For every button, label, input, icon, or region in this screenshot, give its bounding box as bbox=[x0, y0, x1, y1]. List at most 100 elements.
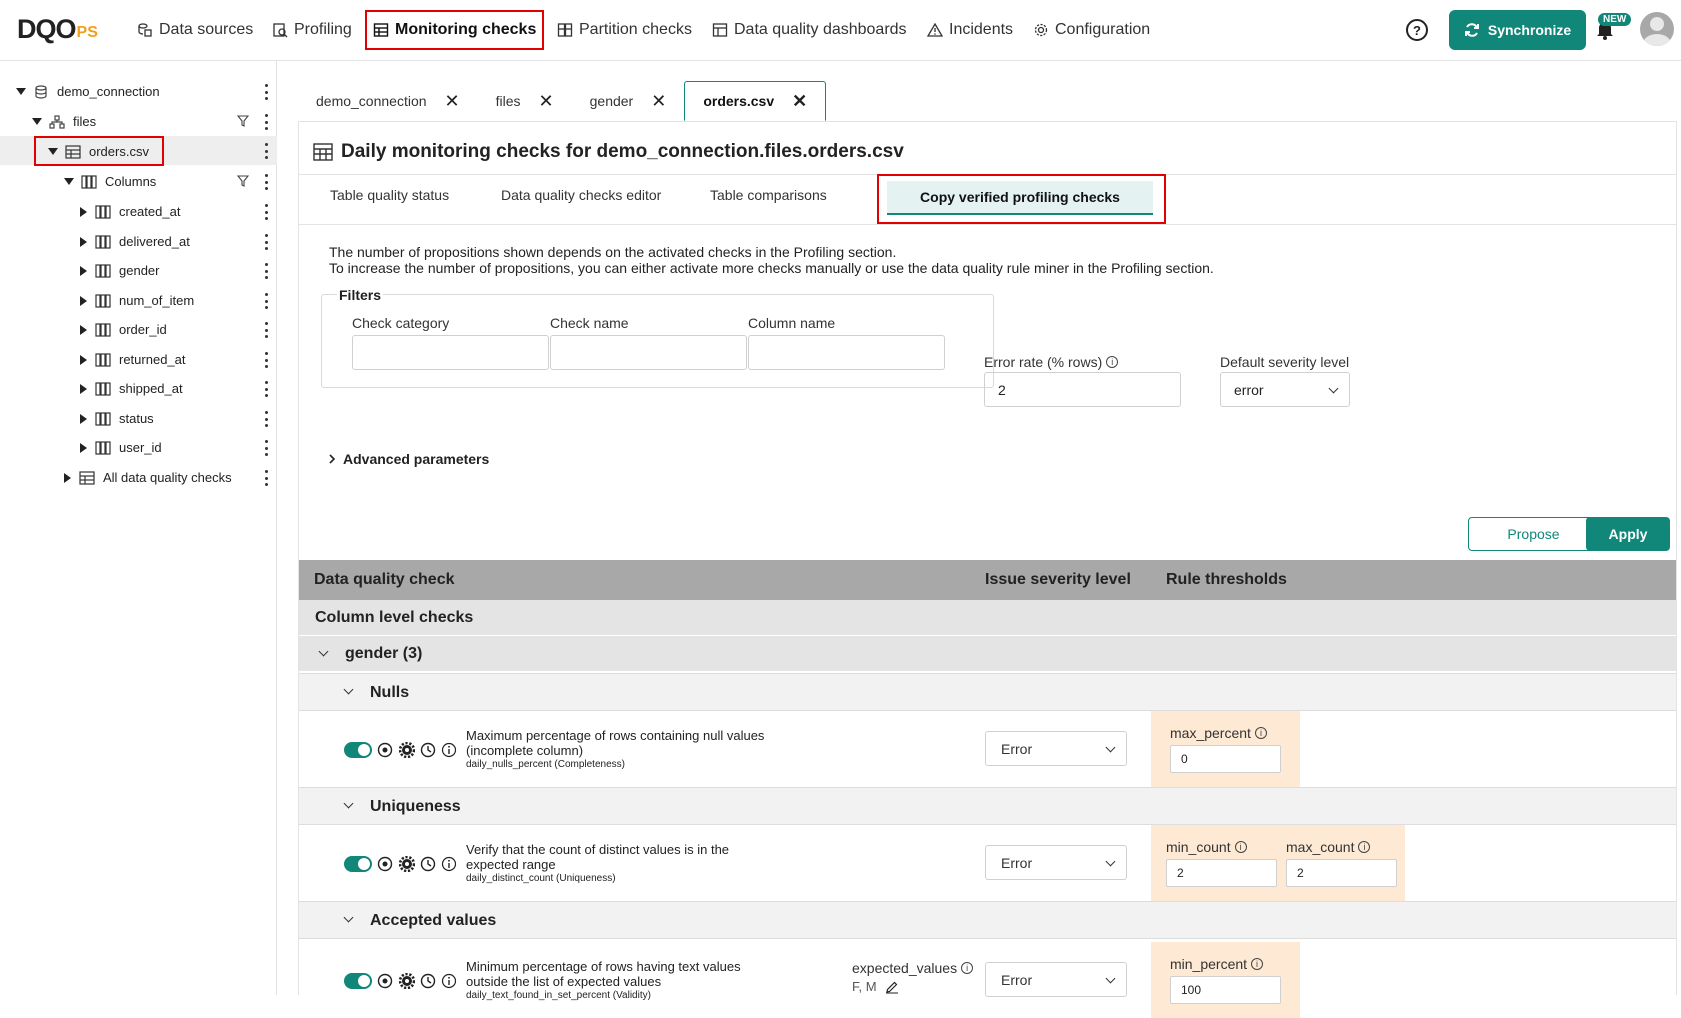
expand-icon[interactable] bbox=[32, 118, 42, 125]
advanced-parameters-toggle[interactable]: Advanced parameters bbox=[327, 451, 489, 467]
category-row-accepted-values[interactable]: Accepted values bbox=[299, 901, 1676, 939]
check-category-input[interactable] bbox=[352, 335, 549, 370]
propose-button[interactable]: Propose bbox=[1468, 517, 1599, 551]
max-count-input[interactable]: 2 bbox=[1286, 859, 1397, 887]
nav-data-sources[interactable]: Data sources bbox=[137, 10, 253, 50]
chevron-down-icon[interactable] bbox=[343, 798, 354, 809]
column-group-row[interactable]: gender (3) bbox=[299, 636, 1676, 672]
tree-item-connection[interactable]: demo_connection bbox=[16, 78, 160, 105]
close-icon[interactable]: ✕ bbox=[539, 91, 554, 112]
chevron-down-icon[interactable] bbox=[318, 646, 329, 657]
tree-item-columns[interactable]: Columns bbox=[64, 168, 156, 195]
info-icon[interactable] bbox=[441, 742, 457, 758]
avatar[interactable] bbox=[1640, 12, 1674, 46]
min-percent-input[interactable]: 100 bbox=[1170, 976, 1281, 1004]
expand-icon[interactable] bbox=[80, 413, 87, 424]
expand-icon[interactable] bbox=[80, 265, 87, 276]
more-icon[interactable] bbox=[264, 204, 268, 220]
info-icon[interactable]: i bbox=[1106, 356, 1119, 368]
category-row-nulls[interactable]: Nulls bbox=[299, 673, 1676, 711]
more-icon[interactable] bbox=[264, 114, 268, 130]
close-icon[interactable]: ✕ bbox=[651, 91, 666, 112]
info-icon[interactable]: i bbox=[1358, 841, 1371, 853]
more-icon[interactable] bbox=[264, 411, 268, 427]
more-icon[interactable] bbox=[264, 234, 268, 250]
tree-item-column[interactable]: created_at bbox=[80, 198, 180, 225]
subtab-table-comparisons[interactable]: Table comparisons bbox=[710, 187, 827, 203]
error-rate-input[interactable]: 2 bbox=[984, 372, 1181, 407]
gear-icon[interactable] bbox=[399, 742, 415, 758]
clock-icon[interactable] bbox=[420, 973, 436, 989]
more-icon[interactable] bbox=[264, 470, 268, 486]
severity-select[interactable]: Error bbox=[985, 845, 1127, 880]
severity-select[interactable]: Error bbox=[985, 962, 1127, 997]
more-icon[interactable] bbox=[264, 84, 268, 100]
info-icon[interactable]: i bbox=[1251, 958, 1264, 970]
nav-incidents[interactable]: Incidents bbox=[927, 10, 1013, 50]
max-percent-input[interactable]: 0 bbox=[1170, 745, 1281, 773]
enable-toggle[interactable] bbox=[344, 856, 372, 872]
expand-icon[interactable] bbox=[64, 178, 74, 185]
gear-icon[interactable] bbox=[399, 973, 415, 989]
dqops-logo[interactable]: DQO PS bbox=[17, 14, 98, 44]
subtab-checks-editor[interactable]: Data quality checks editor bbox=[501, 187, 661, 203]
category-row-uniqueness[interactable]: Uniqueness bbox=[299, 787, 1676, 825]
tree-item-column[interactable]: delivered_at bbox=[80, 228, 190, 255]
nav-monitoring-checks[interactable]: Monitoring checks bbox=[365, 10, 545, 50]
close-icon[interactable]: ✕ bbox=[792, 91, 807, 112]
more-icon[interactable] bbox=[264, 143, 268, 159]
expand-icon[interactable] bbox=[64, 472, 71, 483]
tab-gender[interactable]: gender ✕ bbox=[572, 81, 685, 121]
enable-toggle[interactable] bbox=[344, 742, 372, 758]
more-icon[interactable] bbox=[264, 174, 268, 190]
severity-select[interactable]: Error bbox=[985, 731, 1127, 766]
column-name-input[interactable] bbox=[748, 335, 945, 370]
chevron-down-icon[interactable] bbox=[343, 684, 354, 695]
expand-icon[interactable] bbox=[80, 206, 87, 217]
clock-icon[interactable] bbox=[420, 742, 436, 758]
min-count-input[interactable]: 2 bbox=[1166, 859, 1277, 887]
tree-item-all-checks[interactable]: All data quality checks bbox=[64, 464, 232, 491]
tab-files[interactable]: files ✕ bbox=[478, 81, 572, 121]
synchronize-button[interactable]: Synchronize bbox=[1449, 10, 1586, 50]
filter-icon[interactable] bbox=[237, 115, 249, 127]
expand-icon[interactable] bbox=[80, 354, 87, 365]
more-icon[interactable] bbox=[264, 293, 268, 309]
subtab-table-quality-status[interactable]: Table quality status bbox=[330, 187, 449, 203]
more-icon[interactable] bbox=[264, 381, 268, 397]
chevron-down-icon[interactable] bbox=[343, 912, 354, 923]
expand-icon[interactable] bbox=[80, 236, 87, 247]
close-icon[interactable]: ✕ bbox=[445, 91, 460, 112]
tab-demo-connection[interactable]: demo_connection ✕ bbox=[298, 81, 478, 121]
edit-icon[interactable] bbox=[885, 980, 899, 994]
tree-item-column[interactable]: shipped_at bbox=[80, 375, 183, 402]
tree-item-column[interactable]: num_of_item bbox=[80, 287, 194, 314]
apply-button[interactable]: Apply bbox=[1586, 517, 1670, 551]
expand-icon[interactable] bbox=[80, 442, 87, 453]
tab-orders-csv[interactable]: orders.csv ✕ bbox=[684, 81, 827, 121]
tree-item-schema[interactable]: files bbox=[32, 108, 96, 135]
info-icon[interactable] bbox=[441, 973, 457, 989]
gear-icon[interactable] bbox=[399, 856, 415, 872]
more-icon[interactable] bbox=[264, 440, 268, 456]
tree-item-column[interactable]: status bbox=[80, 405, 154, 432]
more-icon[interactable] bbox=[264, 263, 268, 279]
expand-icon[interactable] bbox=[80, 324, 87, 335]
nav-configuration[interactable]: Configuration bbox=[1033, 10, 1150, 50]
default-severity-select[interactable]: error bbox=[1220, 372, 1350, 407]
target-icon[interactable] bbox=[377, 742, 393, 758]
info-icon[interactable] bbox=[441, 856, 457, 872]
expand-icon[interactable] bbox=[80, 295, 87, 306]
tree-item-column[interactable]: user_id bbox=[80, 434, 162, 461]
target-icon[interactable] bbox=[377, 856, 393, 872]
expand-icon[interactable] bbox=[16, 88, 26, 95]
info-icon[interactable]: i bbox=[1234, 841, 1247, 853]
target-icon[interactable] bbox=[377, 973, 393, 989]
more-icon[interactable] bbox=[264, 322, 268, 338]
check-name-input[interactable] bbox=[550, 335, 747, 370]
filter-icon[interactable] bbox=[237, 175, 249, 187]
tree-item-column[interactable]: gender bbox=[80, 257, 159, 284]
info-icon[interactable]: i bbox=[961, 962, 974, 974]
nav-profiling[interactable]: Profiling bbox=[272, 10, 352, 50]
expand-icon[interactable] bbox=[80, 383, 87, 394]
